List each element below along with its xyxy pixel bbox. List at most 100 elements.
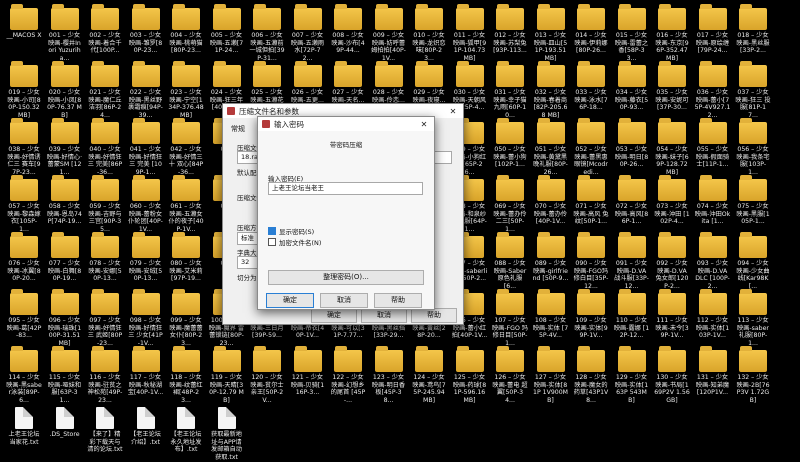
folder-item[interactable]: 076 – 少女映画-冰翼[80P-20...: [6, 232, 42, 283]
folder-item[interactable]: 037 – 少女映画-狂三 投服[81P-17...: [735, 61, 771, 119]
folder-item[interactable]: 111 – 少女映画-未今[39P-1V...: [654, 289, 690, 340]
password-input[interactable]: 上老王论坛当老王: [268, 182, 423, 195]
folder-item[interactable]: 050 – 少女映画-蕾小狗[102P-1...: [492, 118, 528, 169]
folder-item[interactable]: 122 – 少女映画-幻想乡的尾首 [45P-...: [330, 346, 366, 404]
folder-item[interactable]: 071 – 少女映画-高风 兔纹[50P-1...: [573, 175, 609, 226]
folder-item[interactable]: 108 – 少女映画-实体 [75P-4V...: [533, 289, 569, 340]
folder-item[interactable]: 078 – 少女映画-安娜[50P-13...: [87, 232, 123, 283]
folder-item[interactable]: 109 – 少女映画-实体[99P-1V...: [573, 289, 609, 340]
folder-item[interactable]: 035 – 少女映画-安妮可[37P-30...: [654, 61, 690, 112]
folder-item[interactable]: 015 – 少女映画-雷蕾之香[58P-33...: [614, 4, 650, 62]
folder-item[interactable]: 074 – 少女映画-沖田Okita [1...: [695, 175, 731, 226]
folder-item[interactable]: 131 – 少女映画-知弟魔[120P1V...: [695, 346, 731, 397]
encrypt-names-checkbox[interactable]: 加密文件名(N): [268, 237, 321, 247]
folder-item[interactable]: 034 – 少女映画-藤衣[50P-93...: [614, 61, 650, 112]
folder-item[interactable]: 012 – 少女映画-苏梨兔[93P-113...: [492, 4, 528, 55]
folder-item[interactable]: 003 – 少女映画-雏罗[80P-23...: [128, 4, 164, 55]
file-item[interactable]: 【老王论坛永久地址发布】.txt: [168, 407, 204, 454]
folder-item[interactable]: 107 – 少女映画-FGO 玛修日目[50P-1...: [492, 289, 528, 347]
file-item[interactable]: 上老王论坛当家花.txt: [6, 407, 42, 446]
folder-item[interactable]: 055 – 少女映画-假面骑士[11P-1...: [695, 118, 731, 169]
password-help-button[interactable]: 帮助: [374, 293, 422, 308]
folder-item[interactable]: 116 – 少女映画-驻贫之神松苑[49P-23...: [87, 346, 123, 404]
folder-item[interactable]: 115 – 少女映画-哑妹和服[63P-31...: [47, 346, 83, 404]
folder-item[interactable]: 073 – 少女映画-沖田 [102P-4...: [654, 175, 690, 226]
folder-item[interactable]: 029 – 少女映画-夜寝...: [411, 61, 447, 104]
folder-item[interactable]: 036 – 少女映画-蕾小[75P-4V927.12...: [695, 61, 731, 119]
folder-item[interactable]: 072 – 少女映画-高风[86P-1...: [614, 175, 650, 226]
folder-item[interactable]: 014 – 少女映画-伊莉娜[80P-26...: [573, 4, 609, 55]
folder-item[interactable]: 054 – 少女映画-妹子[69P-128.72 MB]: [654, 118, 690, 176]
folder-item[interactable]: 016 – 少女映画-东京[96P-352.47 MB]: [654, 4, 690, 62]
folder-item[interactable]: 123 – 少女映画-明日香板[45P-38...: [371, 346, 407, 404]
folder-item[interactable]: 056 – 少女映画-我条宅服[103P-1...: [735, 118, 771, 176]
folder-item[interactable]: 057 – 少女映画-黎森嫁衣[105P-1...: [6, 175, 42, 233]
compress-ok-button[interactable]: 确定: [311, 308, 357, 323]
folder-item[interactable]: 018 – 少女映画-黑丝服[33P-2...: [735, 4, 771, 55]
folder-item[interactable]: 052 – 少女映画-蕾黑惠眼镜[Mcodredi...: [573, 118, 609, 176]
folder-item[interactable]: 061 – 少女映画-五濑女仆的夜子[40P-1V...: [168, 175, 204, 233]
folder-item[interactable]: 113 – 少女映画-saber 礼服[80P-1...: [735, 289, 771, 347]
folder-item[interactable]: 038 – 少女映画-好情诱仁三 赛车[97P-23...: [6, 118, 42, 176]
folder-item[interactable]: 028 – 少女映画-伶恋...: [371, 61, 407, 104]
folder-item[interactable]: 095 – 少女映画-葛[42P-83...: [6, 289, 42, 340]
folder-item[interactable]: 132 – 少女映画-2B[76P3V 1.72GB]: [735, 346, 771, 404]
compress-cancel-button[interactable]: 取消: [361, 308, 407, 323]
file-item[interactable]: 【来了】精彩下载天与清的论坛.txt: [87, 407, 123, 454]
password-cancel-button[interactable]: 取消: [320, 293, 368, 308]
folder-item[interactable]: 060 – 少女映画-蕾粉女仆轮团[40P-1V...: [128, 175, 164, 233]
folder-item[interactable]: 099 – 少女映画-魔蕾蕾女仆[80P-23...: [168, 289, 204, 347]
folder-item[interactable]: 090 – 少女映画-FGO玛修白目[35P-12...: [573, 232, 609, 290]
folder-item[interactable]: 004 – 少女映画-桃萌猫[80P-23...: [168, 4, 204, 55]
folder-item[interactable]: 053 – 少女映画-明日[80P-26...: [614, 118, 650, 169]
folder-item[interactable]: 117 – 少女映画-秋秘湖宝[40P-1V...: [128, 346, 164, 397]
folder-item[interactable]: 125 – 少女映画-药球[81P-596.16 MB]: [452, 346, 488, 404]
folder-item[interactable]: 075 – 少女映画-黑服[105P-1...: [735, 175, 771, 226]
folder-item[interactable]: 013 – 少女映画-皿山[51P-193.51 MB]: [533, 4, 569, 62]
folder-item[interactable]: 110 – 少女映画-露娜 [12P-12...: [614, 289, 650, 340]
folder-item[interactable]: 040 – 少女映画-好情狂三 完美[86P-36...: [87, 118, 123, 176]
folder-item[interactable]: 118 – 少女映画-纹蕾红裙[48P-23...: [168, 346, 204, 404]
file-item[interactable]: 【老王论坛介绍】.txt: [128, 407, 164, 446]
folder-item[interactable]: 096 – 少女映画-瑞珠[100P-31.51 MB]: [47, 289, 83, 347]
folder-item[interactable]: 098 – 少女映画-好情狂三 少女[41P-1V...: [128, 289, 164, 347]
close-icon[interactable]: ✕: [414, 120, 434, 129]
folder-item[interactable]: 023 – 少女映画-宁空[134P-376.48 MB]: [168, 61, 204, 119]
folder-item[interactable]: 089 – 少女映画-girlfriend [50P-9...: [533, 232, 569, 283]
folder-item[interactable]: 094 – 少女映画-少女曲线[Kar98K [...: [735, 232, 771, 290]
folder-item[interactable]: 041 – 少女映画-好情狂三 完美 [109P-1...: [128, 118, 164, 176]
folder-item[interactable]: 019 – 少女映画-小司[80P-150.32 MB]: [6, 61, 42, 119]
folder-item[interactable]: 077 – 少女映画-白舞[80P-19...: [47, 232, 83, 283]
folder-item[interactable]: 112 – 少女映画-实体[103P-1V...: [695, 289, 731, 340]
folder-item[interactable]: 005 – 少女映画-五濑[71P-24...: [209, 4, 245, 55]
folder-item[interactable]: 070 – 少女映画-蕾办伶[40P-1V...: [533, 175, 569, 226]
organize-passwords-button[interactable]: 整理密码(O)...: [268, 270, 424, 285]
close-icon[interactable]: ✕: [443, 107, 463, 116]
folder-item[interactable]: 011 – 少女映画-狐甲[91P-104.73 MB]: [452, 4, 488, 62]
folder-item[interactable]: 026 – 少女映画-五更...: [290, 61, 326, 104]
folder-item[interactable]: 002 – 少女映画-着合千代[100P...: [87, 4, 123, 55]
folder-item[interactable]: 027 – 少女映画-天名...: [330, 61, 366, 104]
folder-item[interactable]: 119 – 少女映画-天睛[30P-12.79 MB]: [209, 346, 245, 404]
folder-item[interactable]: 126 – 少女映画-蕾电 超翼[50P-34...: [492, 346, 528, 404]
folder-item[interactable]: 097 – 少女映画-好情狂三 武姬[80P-23...: [87, 289, 123, 347]
password-ok-button[interactable]: 确定: [266, 293, 314, 308]
folder-item[interactable]: 124 – 少女映画-鸢鸟[75P-245.94 MB]: [411, 346, 447, 404]
folder-item[interactable]: 127 – 少女映画-实体[81P 1V900MB]: [533, 346, 569, 404]
password-dialog-titlebar[interactable]: 输入密码 ✕: [258, 117, 434, 131]
folder-item[interactable]: 092 – 少女映画-D.VA 兔女郎[120P-2...: [654, 232, 690, 290]
folder-item[interactable]: 017 – 少女映画-原绘缠[79P-24...: [695, 4, 731, 55]
folder-item[interactable]: 042 – 少女映画-好情三十 双心[84P-36...: [168, 118, 204, 176]
folder-item[interactable]: 020 – 少女映画-小凤[80P-76.37 MB]: [47, 61, 83, 119]
folder-item[interactable]: 120 – 少女映画-贫尔士亲王[50P-2V...: [249, 346, 285, 404]
folder-item[interactable]: 007 – 少女映画-五濑雨水[72P-72...: [290, 4, 326, 62]
folder-item[interactable]: 121 – 少女映画-贝骑[116P-3...: [290, 346, 326, 397]
folder-item[interactable]: 079 – 少女映画-安绒[50P-13...: [128, 232, 164, 283]
folder-item[interactable]: 031 – 少女映画-幸子猫九雨[60P-10...: [492, 61, 528, 119]
tab-general[interactable]: 常规: [231, 124, 245, 134]
folder-item[interactable]: 091 – 少女映画-D.VA 战斗服[33P-12...: [614, 232, 650, 290]
file-item[interactable]: .DS_Store: [47, 407, 83, 439]
folder-item[interactable]: __MACOS X: [6, 4, 42, 40]
folder-item[interactable]: 008 – 少女映画-沙布[49P-44...: [330, 4, 366, 55]
folder-item[interactable]: 021 – 少女映画-魔仁丘洁羽[86P-24...: [87, 61, 123, 119]
